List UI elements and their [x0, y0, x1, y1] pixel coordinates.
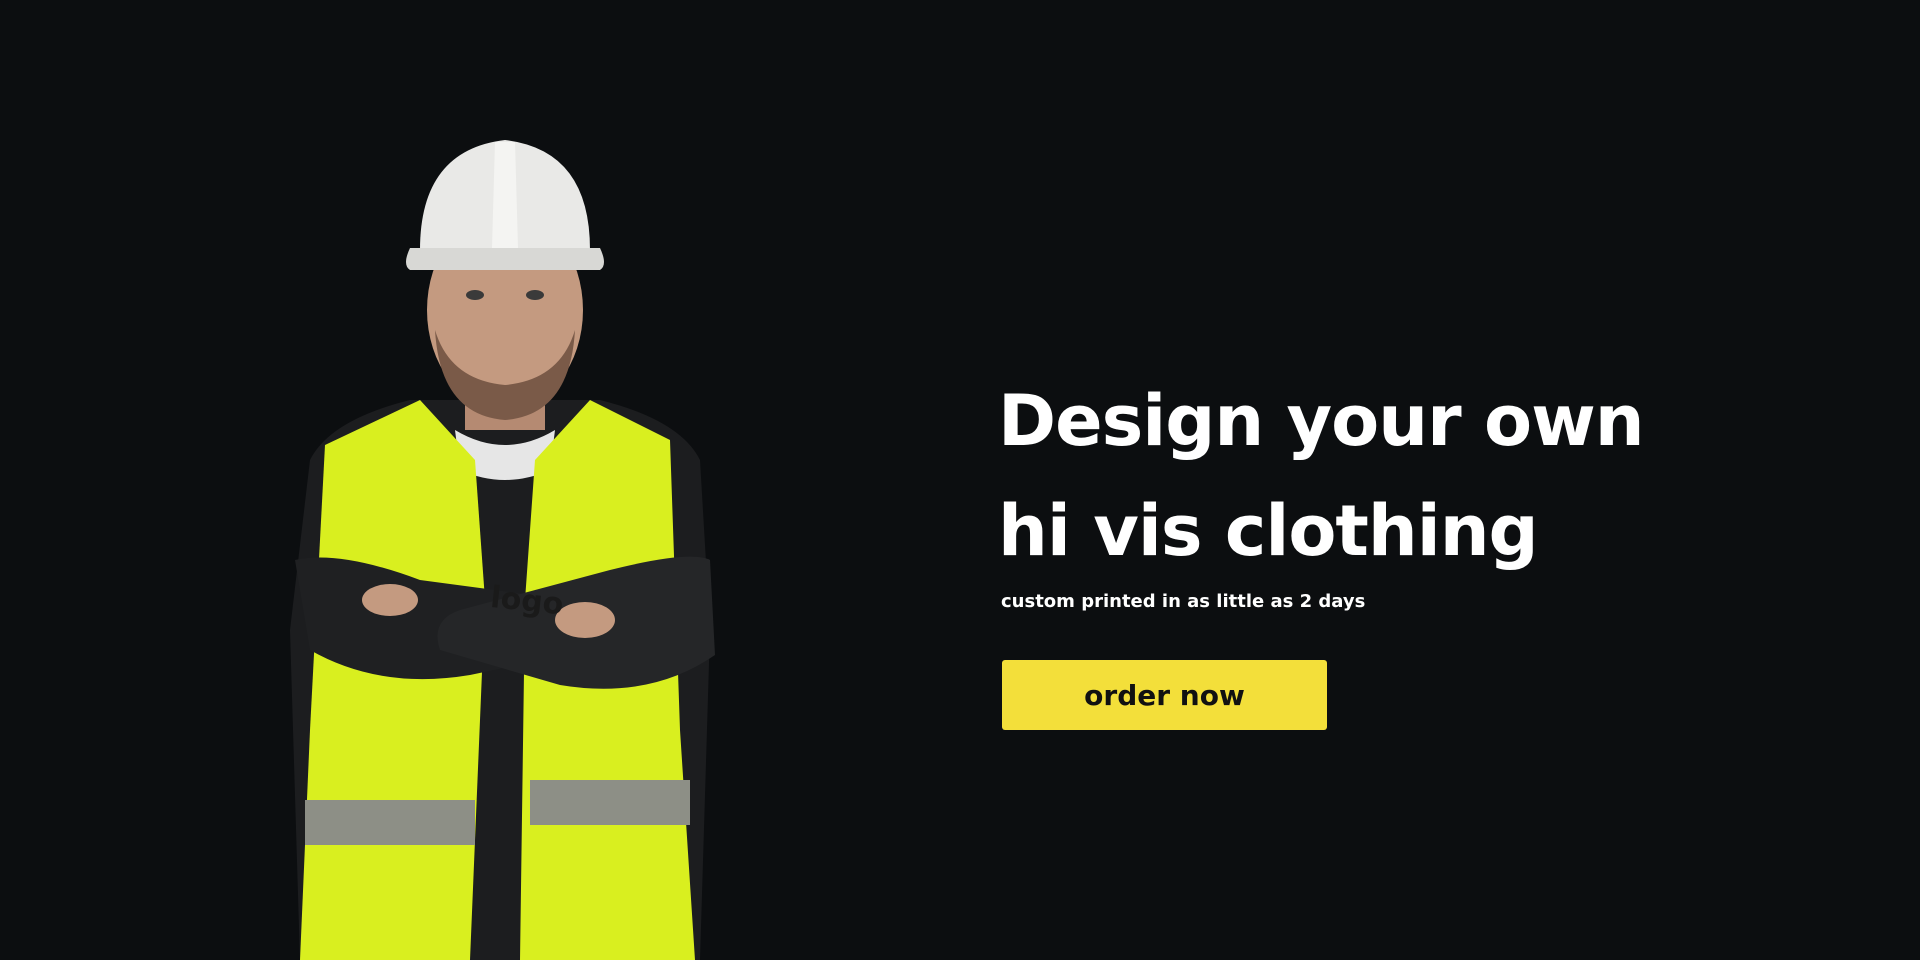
hero-headline: Design your own hi vis clothing	[998, 366, 1758, 586]
order-now-button[interactable]: order now	[1002, 660, 1327, 730]
hero-subheadline: custom printed in as little as 2 days	[1001, 591, 1366, 612]
headline-line-1: Design your own	[998, 380, 1645, 462]
hero-banner: logo Design your own hi vis clothing cus…	[0, 0, 1920, 960]
headline-line-2: hi vis clothing	[998, 490, 1539, 572]
worker-photo: logo	[270, 130, 740, 960]
hero-copy: Design your own hi vis clothing custom p…	[998, 366, 1758, 730]
